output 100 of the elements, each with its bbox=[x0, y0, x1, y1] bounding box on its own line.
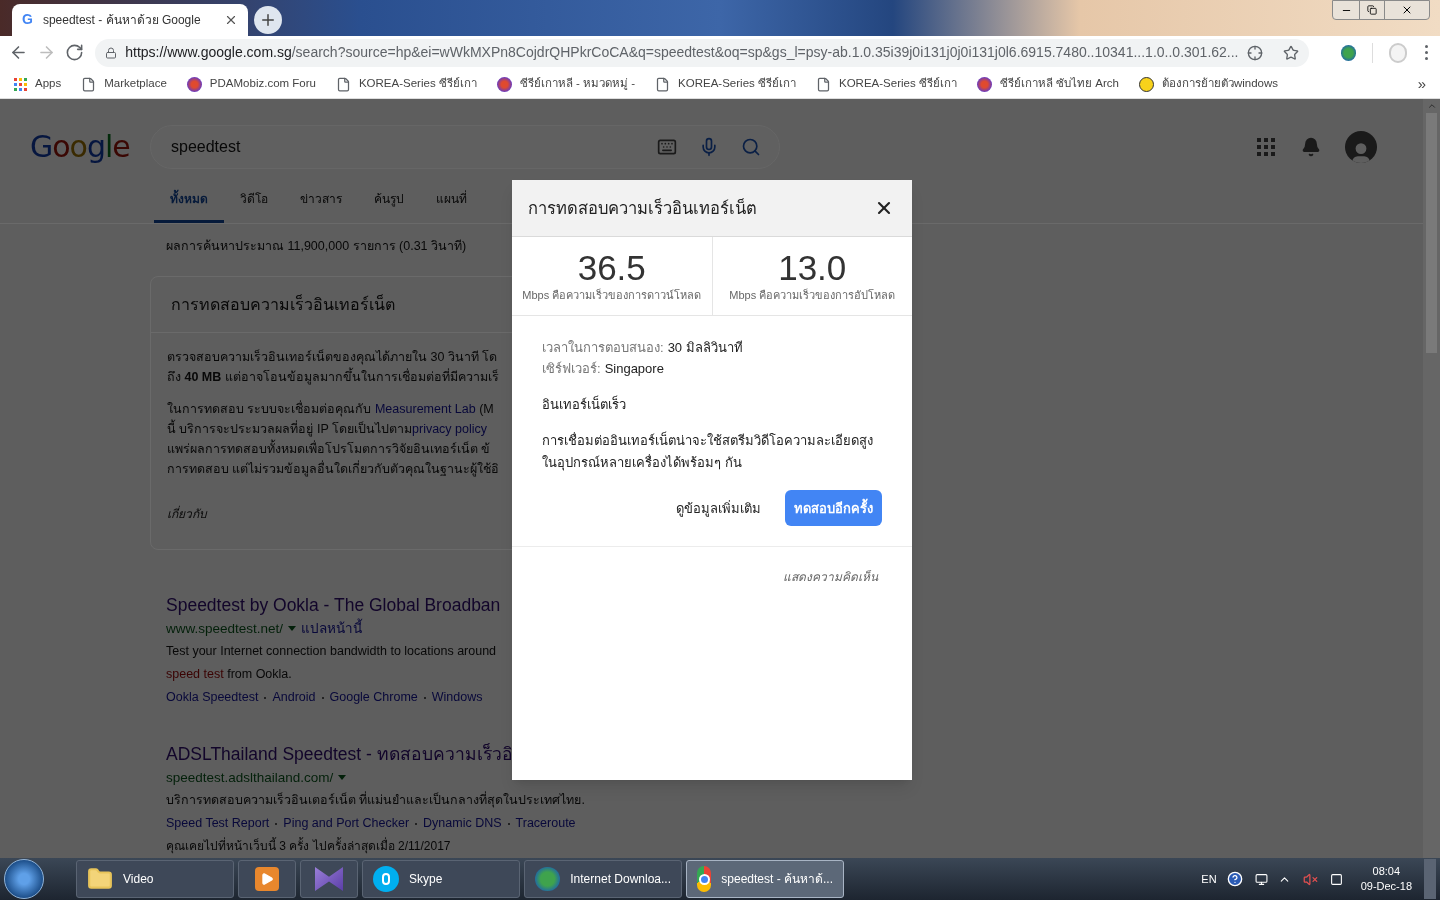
dropdown-arrow-icon[interactable] bbox=[288, 626, 297, 632]
detail-value: Singapore bbox=[604, 360, 664, 379]
location-icon[interactable] bbox=[1246, 44, 1263, 61]
page-icon bbox=[655, 76, 671, 92]
taskbar-button[interactable] bbox=[238, 860, 296, 899]
bookmark-item[interactable]: KOREA-Series ซีรีย์เกา bbox=[655, 75, 796, 93]
show-desktop-button[interactable] bbox=[1424, 859, 1436, 900]
bookmark-item[interactable]: KOREA-Series ซีรีย์เกา bbox=[335, 75, 477, 93]
learn-more-button[interactable]: ดูข้อมูลเพิ่มเติม bbox=[664, 490, 773, 527]
bookmark-item[interactable]: Marketplace bbox=[81, 75, 167, 93]
new-tab-button[interactable] bbox=[254, 5, 282, 34]
result-stats: ผลการค้นหาประมาณ 11,900,000 รายการ (0.31 วินาที) bbox=[166, 238, 468, 256]
sitelink[interactable]: Android bbox=[272, 686, 316, 710]
result-title-link[interactable]: ADSLThailand Speedtest - ทดสอบความเร็วอิ bbox=[166, 743, 513, 767]
card-text-line: ในการทดสอบ ระบบจะเชื่อมต่อคุณกับ bbox=[167, 402, 373, 417]
search-category-tab[interactable]: ทั้งหมด bbox=[154, 188, 224, 224]
speed-value: 13.0 bbox=[778, 249, 847, 288]
taskbar-button[interactable]: speedtest - ค้นหาด้... bbox=[686, 860, 844, 899]
smiley-icon bbox=[1138, 76, 1154, 92]
lock-icon bbox=[105, 46, 118, 59]
result-snippet: speed test from Ookla. bbox=[166, 666, 293, 684]
help-icon[interactable] bbox=[1226, 871, 1243, 888]
sitelink[interactable]: Speed Test Report bbox=[166, 812, 270, 836]
result-snippet: Test your Internet connection bandwidth to locations around bbox=[166, 643, 498, 661]
language-indicator[interactable]: EN bbox=[1201, 870, 1217, 888]
apps-grid-icon[interactable] bbox=[1257, 137, 1275, 156]
address-bar[interactable]: https://www.google.com.sg/search?source=hp&ei=wWkMXPn8CojdrQHPkrCoCA&q=speedtest&oq=sp&gs_l=psy-ab.1.0.35i39j0i131j0j0i131j0l6.6915.7480..10341...1.0..0.301.62... bbox=[95, 38, 1309, 67]
card-title: การทดสอบความเร็วอินเทอร์เน็ต bbox=[171, 293, 395, 315]
detail-value: 30 มิลลิวินาที bbox=[667, 339, 743, 358]
speed-label: Mbps คือความเร็วของการดาวน์โหลด bbox=[522, 287, 702, 304]
link[interactable]: Measurement Lab bbox=[374, 402, 476, 417]
network-icon[interactable] bbox=[1254, 872, 1268, 886]
bookmark-item[interactable]: ต้องการย้ายตัวwindows bbox=[1138, 75, 1279, 93]
speed-description: การเชื่อมต่ออินเทอร์เน็ตน่าจะใช้สตรีมวิดีโอความละเอียดสูงในอุปกรณ์หลายเครื่องได้พร้อมๆ กัน bbox=[542, 430, 874, 473]
url-text: https://www.google.com.sg/search?source=hp&ei=wWkMXPn8CojdrQHPkrCoCA&q=speedtest&oq=sp&gs_l=psy-ab.1.0.35i39j0i131j0j0i131j0l6.6915.7480..10341...1.0..0.301.62... bbox=[125, 43, 1239, 63]
skype-icon bbox=[373, 866, 399, 893]
search-category-tab[interactable]: ข่าวสาร bbox=[284, 188, 358, 224]
taskbar-button[interactable]: Video bbox=[76, 860, 234, 899]
detail-label: เซิร์ฟเวอร์: bbox=[542, 360, 601, 379]
taskbar-button[interactable]: Skype bbox=[362, 860, 520, 899]
tab-title: speedtest - ค้นหาด้วย Google bbox=[42, 11, 202, 29]
notification-bell-icon[interactable] bbox=[1301, 136, 1321, 157]
result-title-link[interactable]: Speedtest by Ookla - The Global Broadban bbox=[166, 594, 501, 618]
site-icon bbox=[186, 76, 202, 92]
bookmark-item[interactable]: Apps bbox=[14, 75, 62, 93]
speed-value: 36.5 bbox=[577, 249, 646, 288]
translate-link[interactable]: แปลหน้านี้ bbox=[301, 617, 363, 641]
dropdown-arrow-icon[interactable] bbox=[338, 775, 347, 781]
feedback-link[interactable]: แสดงความคิดเห็น bbox=[783, 568, 878, 587]
result-url: speedtest.adslthailand.com/ bbox=[166, 769, 334, 788]
speed-verdict: อินเทอร์เน็ตเร็ว bbox=[542, 395, 627, 415]
reload-icon bbox=[64, 43, 84, 63]
result-url: www.speedtest.net/ bbox=[166, 620, 284, 639]
restore-icon bbox=[1367, 5, 1377, 15]
link[interactable]: privacy policy bbox=[412, 422, 488, 437]
globe-download-icon[interactable] bbox=[1340, 44, 1356, 61]
detail-label: เวลาในการตอบสนอง: bbox=[542, 339, 664, 358]
bookmark-item[interactable]: KOREA-Series ซีรีย์เกา bbox=[816, 75, 957, 93]
browser-icon bbox=[697, 866, 712, 893]
clock[interactable]: 08:04 09-Dec-18 bbox=[1360, 864, 1412, 895]
start-button[interactable] bbox=[4, 859, 44, 900]
search-category-tab[interactable]: แผนที่ bbox=[420, 188, 483, 224]
mic-icon[interactable] bbox=[699, 136, 719, 157]
site-icon bbox=[496, 76, 512, 92]
media-player-icon bbox=[255, 867, 279, 892]
restore-button[interactable] bbox=[1359, 1, 1385, 19]
page-icon bbox=[816, 76, 831, 92]
sitelink[interactable]: Ookla Speedtest bbox=[166, 686, 259, 710]
search-category-tab[interactable]: วิดีโอ bbox=[224, 188, 284, 224]
globe-download-icon bbox=[535, 867, 561, 892]
page-icon bbox=[81, 76, 97, 92]
volume-muted-icon[interactable] bbox=[1302, 871, 1318, 887]
site-icon bbox=[976, 76, 992, 92]
test-again-button[interactable]: ทดสอบอีกครั้ง bbox=[785, 490, 882, 527]
avatar[interactable] bbox=[1345, 130, 1377, 163]
result-snippet: บริการทดสอบความเร็วอินเตอร์เน็ต ที่แม่นยำและเป็นกลางที่สุดในประเทศไทย. bbox=[166, 790, 586, 810]
apps-grid-icon bbox=[14, 77, 27, 91]
card-text-line: (M bbox=[478, 402, 494, 417]
bookmark-item[interactable]: PDAMobiz.com Foru bbox=[186, 75, 316, 93]
dialog-title: การทดสอบความเร็วอินเทอร์เน็ต bbox=[528, 197, 758, 220]
search-field[interactable]: speedtest bbox=[150, 124, 780, 169]
bookmark-item[interactable]: ซีรีย์เกาหลี ซับไทย Arch bbox=[976, 75, 1119, 93]
search-icon[interactable] bbox=[741, 136, 761, 157]
star-icon[interactable] bbox=[1282, 44, 1299, 61]
bookmark-item[interactable]: ซีรีย์เกาหลี - หมวดหมู่ - bbox=[496, 75, 636, 93]
sitelink[interactable]: Windows bbox=[431, 686, 483, 710]
taskbar-button[interactable]: Internet Downloa... bbox=[524, 860, 682, 899]
page-icon bbox=[335, 76, 351, 92]
search-category-tab[interactable]: ค้นรูป bbox=[358, 188, 420, 224]
bookmarks-overflow-button[interactable]: » bbox=[1417, 72, 1426, 96]
browser-tab[interactable]: G speedtest - ค้นหาด้วย Google bbox=[12, 3, 248, 36]
sitelink[interactable]: Traceroute bbox=[515, 812, 576, 836]
visit-history-text: คุณเคยไปที่หน้าเว็บนี้ 3 ครั้ง ไปครั้งล่าสุดเมื่อ 2/11/2017 bbox=[166, 836, 452, 856]
action-center-icon[interactable] bbox=[1329, 872, 1343, 886]
google-logo[interactable]: Google bbox=[30, 124, 150, 170]
sitelink[interactable]: Ping and Port Checker bbox=[283, 812, 410, 836]
scrollbar[interactable] bbox=[1423, 99, 1440, 859]
speed-label: Mbps คือความเร็วของการอัปโหลด bbox=[729, 287, 896, 304]
sitelink[interactable]: Dynamic DNS bbox=[423, 812, 502, 836]
sitelink[interactable]: Google Chrome bbox=[329, 686, 418, 710]
